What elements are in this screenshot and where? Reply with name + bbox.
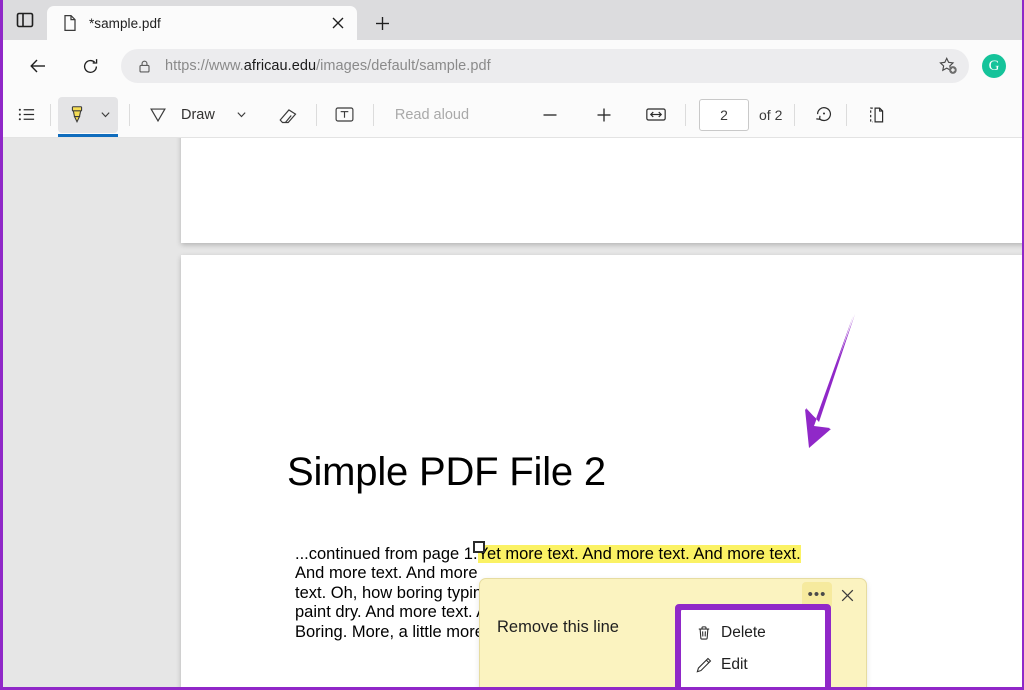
new-tab-button[interactable] [363,6,401,40]
toolbar-divider [794,104,795,126]
toolbar-divider [316,104,317,126]
tab-strip: *sample.pdf [3,0,1024,40]
viewer-gutter [3,138,181,687]
menu-item-delete-label: Delete [721,624,766,642]
pdf-highlighted-text[interactable]: Yet more text. And more text. And more t… [478,545,801,563]
menu-item-delete[interactable]: Delete [681,617,825,649]
navigation-bar: https://www.africau.edu/images/default/s… [3,40,1024,92]
toolbar-divider [846,104,847,126]
toolbar-divider [129,104,130,126]
text-box-icon[interactable] [328,98,362,132]
tab-title: *sample.pdf [89,16,325,31]
close-icon[interactable] [832,582,862,608]
sticky-note-text[interactable]: Remove this line [497,617,697,638]
note-context-menu-highlight: Delete Edit [675,604,831,687]
zoom-out-button[interactable] [533,98,567,132]
document-icon [61,14,79,32]
note-anchor-marker[interactable] [473,541,485,553]
highlighter-icon[interactable] [60,98,94,132]
reload-icon[interactable] [71,47,109,85]
draw-label[interactable]: Draw [175,107,221,123]
read-aloud-label[interactable]: Read aloud [389,107,475,123]
pdf-toolbar: Draw Read aloud [3,92,1024,138]
trash-icon [695,624,721,642]
browser-window: *sample.pdf [0,0,1024,690]
toolbar-divider [373,104,374,126]
pencil-icon [695,656,721,674]
close-icon[interactable] [325,10,351,36]
pen-icon[interactable] [141,98,175,132]
pdf-line-1: ...continued from page 1. [295,545,478,563]
menu-item-edit[interactable]: Edit [681,649,825,681]
page-view-icon[interactable] [859,98,893,132]
chevron-down-icon[interactable] [94,109,116,120]
table-of-contents-icon[interactable] [9,98,43,132]
page-total-label: of 2 [755,107,786,123]
pdf-document-title: Simple PDF File 2 [287,450,606,495]
toolbar-divider [50,104,51,126]
url-text: https://www.africau.edu/images/default/s… [159,58,933,74]
browser-tab[interactable]: *sample.pdf [47,6,357,40]
fit-to-width-icon[interactable] [639,98,673,132]
eraser-icon[interactable] [271,98,305,132]
menu-item-edit-label: Edit [721,656,748,674]
pdf-viewer[interactable]: Simple PDF File 2 ...continued from page… [3,138,1024,687]
grammarly-letter: G [982,54,1006,78]
zoom-in-button[interactable] [587,98,621,132]
note-context-menu: Delete Edit [681,610,825,687]
rotate-icon[interactable] [807,98,841,132]
address-bar[interactable]: https://www.africau.edu/images/default/s… [121,49,969,83]
add-favorite-star-icon[interactable] [933,51,963,81]
chevron-down-icon[interactable] [231,109,253,120]
vertical-tabs-icon[interactable] [3,0,47,40]
back-arrow-icon[interactable] [19,47,57,85]
lock-icon [129,51,159,81]
toolbar-divider [685,104,686,126]
page-number-input[interactable]: 2 [699,99,749,131]
highlighter-tool-group [58,97,118,133]
pdf-page-1 [181,138,1024,243]
annotation-highlight-box: Delete Edit [675,604,831,687]
grammarly-icon[interactable]: G [977,49,1011,83]
